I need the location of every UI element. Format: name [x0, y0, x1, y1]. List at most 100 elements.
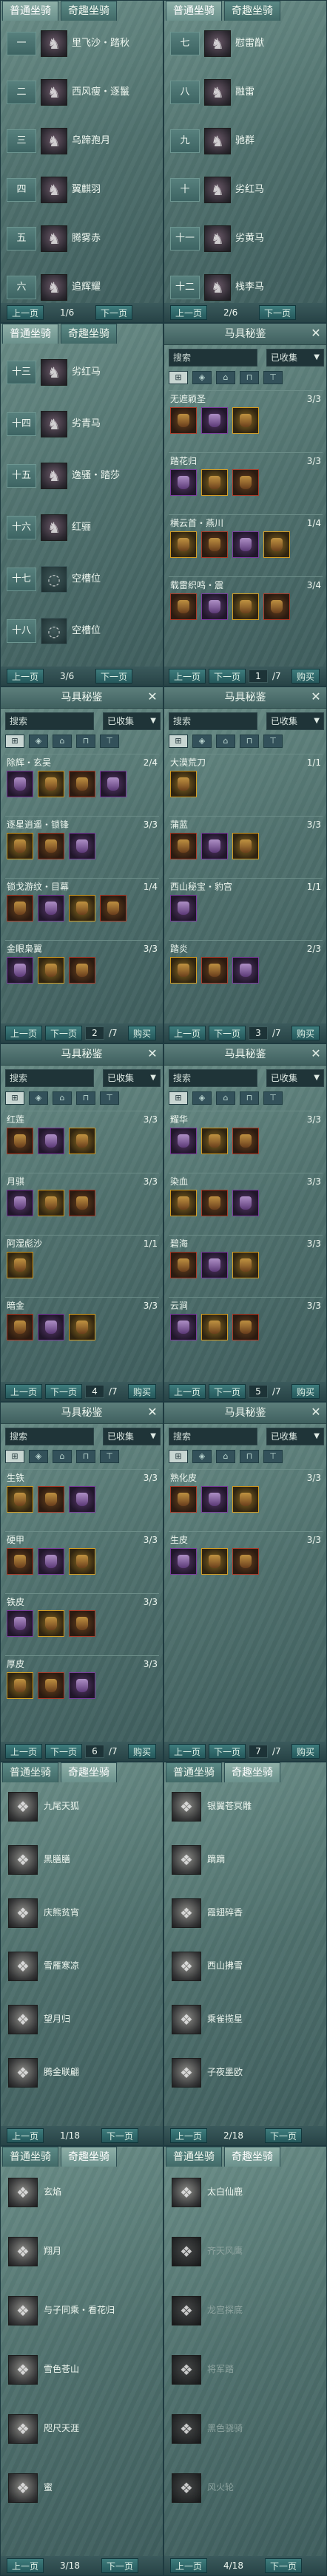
slot-filter-0-icon[interactable]: ⊞: [5, 1091, 24, 1105]
prev-page-button[interactable]: 上一页: [7, 2558, 44, 2573]
gear-set-row[interactable]: 熟化皮 3/3: [169, 1469, 323, 1515]
gear-set-row[interactable]: 生铁 3/3: [5, 1469, 159, 1515]
close-icon[interactable]: ✕: [145, 689, 160, 704]
slot-filter-3-icon[interactable]: ⊓: [76, 1091, 95, 1105]
slot-filter-1-icon[interactable]: ◈: [192, 1450, 212, 1463]
search-input[interactable]: 搜索: [169, 712, 257, 730]
gear-piece-icon[interactable]: [38, 895, 64, 921]
rare-mount-row[interactable]: ❖ 玄焰: [1, 2176, 146, 2209]
gear-piece-icon[interactable]: [201, 1190, 228, 1216]
gear-piece-icon[interactable]: [38, 1190, 64, 1216]
next-page-button[interactable]: 下一页: [45, 1744, 83, 1759]
prev-page-button[interactable]: 上一页: [170, 2128, 208, 2143]
gear-piece-icon[interactable]: [201, 1486, 228, 1513]
tab-normal-mounts[interactable]: 普通坐骑: [166, 2147, 222, 2167]
gear-piece-icon[interactable]: [201, 833, 228, 859]
slot-filter-4-icon[interactable]: ⊤: [263, 1450, 283, 1463]
gear-set-row[interactable]: 暗金 3/3: [5, 1297, 159, 1343]
slot-filter-2-icon[interactable]: ⌂: [216, 1091, 235, 1105]
slot-filter-0-icon[interactable]: ⊞: [169, 371, 188, 384]
rare-mount-row[interactable]: ❖ 庆熊贫宵: [1, 1897, 146, 1929]
gear-piece-icon[interactable]: [69, 1672, 95, 1699]
rare-mount-row[interactable]: ❖ 乘雀揽星: [164, 2003, 309, 2036]
prev-page-button[interactable]: 上一页: [5, 1026, 43, 1040]
gear-piece-icon[interactable]: [7, 895, 33, 921]
collected-filter-dropdown[interactable]: 已收集 ▼: [103, 712, 161, 730]
gear-piece-icon[interactable]: [232, 1486, 259, 1513]
gear-piece-icon[interactable]: [38, 1128, 64, 1154]
slot-filter-1-icon[interactable]: ◈: [29, 1091, 48, 1105]
gear-piece-icon[interactable]: [170, 531, 197, 558]
gear-set-row[interactable]: 金眼枭翼 3/3: [5, 940, 159, 986]
slot-filter-3-icon[interactable]: ⊓: [240, 371, 259, 384]
gear-piece-icon[interactable]: [7, 771, 33, 797]
gear-piece-icon[interactable]: [170, 771, 197, 797]
mount-row[interactable]: 十七 ◌ 空槽位: [1, 563, 146, 596]
next-page-button[interactable]: 下一页: [265, 2558, 303, 2573]
slot-filter-2-icon[interactable]: ⌂: [216, 1450, 235, 1463]
search-input[interactable]: 搜索: [169, 349, 257, 367]
gear-piece-icon[interactable]: [38, 771, 64, 797]
rare-mount-row[interactable]: ❖ 黑色骁骑: [164, 2413, 309, 2445]
gear-piece-icon[interactable]: [38, 957, 64, 984]
gear-set-row[interactable]: 横云首・燕川 1/4: [169, 514, 323, 560]
gear-piece-icon[interactable]: [38, 833, 64, 859]
tab-rare-mounts[interactable]: 奇趣坐骑: [224, 1762, 280, 1782]
rare-mount-row[interactable]: ❖ 腾金联翩: [1, 2057, 146, 2089]
buy-button[interactable]: 购买: [291, 1744, 320, 1759]
mount-row[interactable]: 九 ♞ 驰群: [164, 125, 309, 157]
mount-row[interactable]: 十六 ♞ 红骊: [1, 511, 146, 544]
gear-piece-icon[interactable]: [7, 1314, 33, 1340]
rare-mount-row[interactable]: ❖ 雪色苍山: [1, 2354, 146, 2386]
gear-piece-icon[interactable]: [7, 1610, 33, 1637]
gear-piece-icon[interactable]: [170, 1190, 197, 1216]
gear-piece-icon[interactable]: [100, 771, 127, 797]
gear-piece-icon[interactable]: [170, 1128, 197, 1154]
buy-button[interactable]: 购买: [291, 669, 320, 684]
gear-piece-icon[interactable]: [201, 1128, 228, 1154]
gear-piece-icon[interactable]: [232, 833, 259, 859]
slot-filter-4-icon[interactable]: ⊤: [263, 1091, 283, 1105]
mount-row[interactable]: 五 ♞ 腾雾赤: [1, 222, 146, 255]
prev-page-button[interactable]: 上一页: [169, 669, 206, 684]
rare-mount-row[interactable]: ❖ 风火轮: [164, 2472, 309, 2504]
search-input[interactable]: 搜索: [5, 1069, 94, 1087]
next-page-button[interactable]: 下一页: [101, 2128, 139, 2143]
buy-button[interactable]: 购买: [128, 1744, 157, 1759]
slot-filter-0-icon[interactable]: ⊞: [5, 735, 24, 748]
mount-row[interactable]: 六 ♞ 追辉耀: [1, 271, 146, 304]
rare-mount-row[interactable]: ❖ 黑膳膳: [1, 1844, 146, 1876]
gear-piece-icon[interactable]: [38, 1610, 64, 1637]
tab-normal-mounts[interactable]: 普通坐骑: [2, 324, 58, 344]
gear-piece-icon[interactable]: [232, 407, 259, 434]
gear-piece-icon[interactable]: [69, 1314, 95, 1340]
gear-piece-icon[interactable]: [170, 593, 197, 620]
rare-mount-row[interactable]: ❖ 翔月: [1, 2235, 146, 2268]
gear-piece-icon[interactable]: [170, 895, 197, 921]
mount-row[interactable]: 十一 ♞ 劣黄马: [164, 222, 309, 255]
gear-set-row[interactable]: 铁皮 3/3: [5, 1593, 159, 1639]
rare-mount-row[interactable]: ❖ 银翼苍冥雕: [164, 1790, 309, 1823]
gear-set-row[interactable]: 西山秘宝・豹宫 1/1: [169, 878, 323, 924]
gear-piece-icon[interactable]: [232, 531, 259, 558]
slot-filter-3-icon[interactable]: ⊓: [76, 1450, 95, 1463]
rare-mount-row[interactable]: ❖ 咫尺天涯: [1, 2413, 146, 2445]
tab-normal-mounts[interactable]: 普通坐骑: [166, 1762, 222, 1782]
slot-filter-4-icon[interactable]: ⊤: [100, 1450, 119, 1463]
mount-row[interactable]: 十五 ♞ 逸骚・踏莎: [1, 460, 146, 492]
tab-rare-mounts[interactable]: 奇趣坐骑: [61, 2147, 117, 2167]
next-page-button[interactable]: 下一页: [209, 669, 246, 684]
gear-piece-icon[interactable]: [7, 1190, 33, 1216]
close-icon[interactable]: ✕: [309, 1046, 323, 1061]
gear-piece-icon[interactable]: [38, 1314, 64, 1340]
gear-set-row[interactable]: 耀华 3/3: [169, 1111, 323, 1156]
prev-page-button[interactable]: 上一页: [7, 2128, 44, 2143]
rare-mount-row[interactable]: ❖ 齐天风鹰: [164, 2235, 309, 2268]
tab-rare-mounts[interactable]: 奇趣坐骑: [224, 1, 280, 21]
rare-mount-row[interactable]: ❖ 子夜墨欧: [164, 2057, 309, 2089]
gear-set-row[interactable]: 月骐 3/3: [5, 1173, 159, 1219]
prev-page-button[interactable]: 上一页: [5, 1744, 43, 1759]
collected-filter-dropdown[interactable]: 已收集 ▼: [266, 349, 324, 367]
rare-mount-row[interactable]: ❖ 蹢蹢: [164, 1844, 309, 1876]
tab-normal-mounts[interactable]: 普通坐骑: [2, 1762, 58, 1782]
